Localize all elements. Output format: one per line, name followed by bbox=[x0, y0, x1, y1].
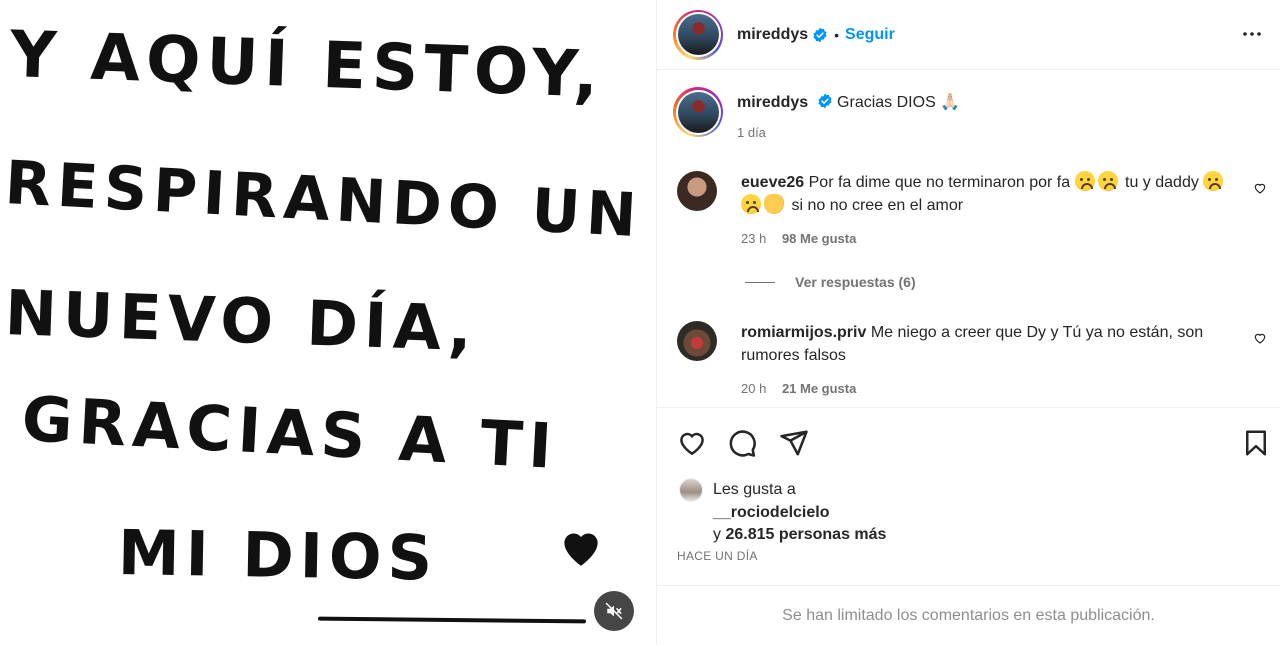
caption-username[interactable]: mireddys bbox=[737, 94, 808, 111]
post-action-bar bbox=[657, 418, 1280, 464]
sad-face-emoji-icon bbox=[1203, 171, 1224, 191]
comment-time[interactable]: 20 h bbox=[741, 381, 766, 396]
sad-face-emoji-icon bbox=[741, 194, 761, 214]
share-icon[interactable] bbox=[779, 428, 809, 458]
comment-time[interactable]: 23 h bbox=[741, 231, 766, 246]
post-caption: mireddys Gracias DIOS 🙏🏻 1 día bbox=[673, 87, 960, 143]
commenter-avatar[interactable] bbox=[677, 321, 717, 361]
media-underline bbox=[317, 616, 587, 624]
heart-icon[interactable] bbox=[677, 428, 707, 458]
caption-text: Gracias DIOS 🙏🏻 bbox=[837, 94, 961, 111]
separator-dot: • bbox=[834, 26, 840, 43]
media-text-line-5: MI DIOS bbox=[117, 516, 439, 595]
media-text-line-4: GRACIAS A TI bbox=[20, 382, 560, 484]
comment-like-heart-icon[interactable] bbox=[1253, 331, 1267, 345]
caption-avatar[interactable] bbox=[673, 87, 723, 137]
comment-likes[interactable]: 98 Me gusta bbox=[782, 231, 856, 246]
liker-avatar[interactable] bbox=[679, 478, 703, 502]
liker-username[interactable]: __rociodelcielo bbox=[713, 504, 886, 522]
comment-icon[interactable] bbox=[727, 428, 757, 458]
commenter-username[interactable]: romiarmijos.priv bbox=[741, 324, 866, 341]
likes-others-count[interactable]: 26.815 personas más bbox=[725, 526, 886, 543]
comment-item: eueve26 Por fa dime que no terminaron po… bbox=[677, 171, 1267, 250]
likes-prefix: Les gusta a bbox=[713, 481, 796, 498]
media-text-line-2: RESPIRANDO UN bbox=[3, 148, 645, 252]
commenter-username[interactable]: eueve26 bbox=[741, 174, 804, 191]
mute-toggle-button[interactable] bbox=[594, 591, 634, 631]
post-header: mireddys • Seguir bbox=[657, 0, 1280, 70]
likes-others-prefix: y bbox=[713, 526, 721, 543]
media-text-line-1: Y AQUÍ ESTOY, bbox=[8, 18, 606, 113]
drawn-heart-icon bbox=[564, 533, 598, 566]
comment-likes[interactable]: 21 Me gusta bbox=[782, 381, 856, 396]
clap-emoji-icon bbox=[764, 194, 784, 214]
author-username[interactable]: mireddys bbox=[737, 26, 808, 44]
verified-badge-icon bbox=[813, 27, 827, 42]
muted-speaker-icon bbox=[605, 602, 623, 620]
comments-section[interactable]: mireddys Gracias DIOS 🙏🏻 1 día eueve26 P… bbox=[657, 71, 1280, 408]
view-replies-button[interactable]: Ver respuestas (6) bbox=[745, 274, 916, 290]
likes-summary: Les gusta a __rociodelcielo y 26.815 per… bbox=[679, 478, 886, 544]
bookmark-icon[interactable] bbox=[1241, 428, 1271, 458]
comment-like-heart-icon[interactable] bbox=[1253, 181, 1267, 195]
author-avatar[interactable] bbox=[673, 9, 723, 60]
comment-text: tu y daddy bbox=[1125, 174, 1199, 191]
view-replies-label: Ver respuestas (6) bbox=[795, 274, 916, 290]
comment-item: romiarmijos.priv Me niego a creer que Dy… bbox=[677, 321, 1267, 400]
sad-face-emoji-icon bbox=[1097, 171, 1118, 191]
commenter-avatar[interactable] bbox=[677, 171, 717, 211]
post-timestamp[interactable]: HACE UN DÍA bbox=[677, 549, 758, 563]
more-options-icon[interactable] bbox=[1240, 22, 1264, 46]
follow-button[interactable]: Seguir bbox=[845, 26, 895, 44]
comment-text: Por fa dime que no terminaron por fa bbox=[808, 174, 1071, 191]
comment-text: si no no cree en el amor bbox=[791, 197, 964, 214]
caption-time[interactable]: 1 día bbox=[737, 125, 766, 140]
comments-limited-notice: Se han limitado los comentarios en esta … bbox=[657, 585, 1280, 645]
post-side-panel: mireddys • Seguir mireddys Gracias DIOS … bbox=[657, 0, 1280, 645]
post-media[interactable]: Y AQUÍ ESTOY, RESPIRANDO UN NUEVO DÍA, G… bbox=[0, 0, 657, 645]
sad-face-emoji-icon bbox=[1074, 171, 1095, 191]
media-text-line-3: NUEVO DÍA, bbox=[3, 276, 479, 366]
verified-badge-icon bbox=[817, 93, 832, 109]
replies-divider bbox=[745, 281, 775, 283]
